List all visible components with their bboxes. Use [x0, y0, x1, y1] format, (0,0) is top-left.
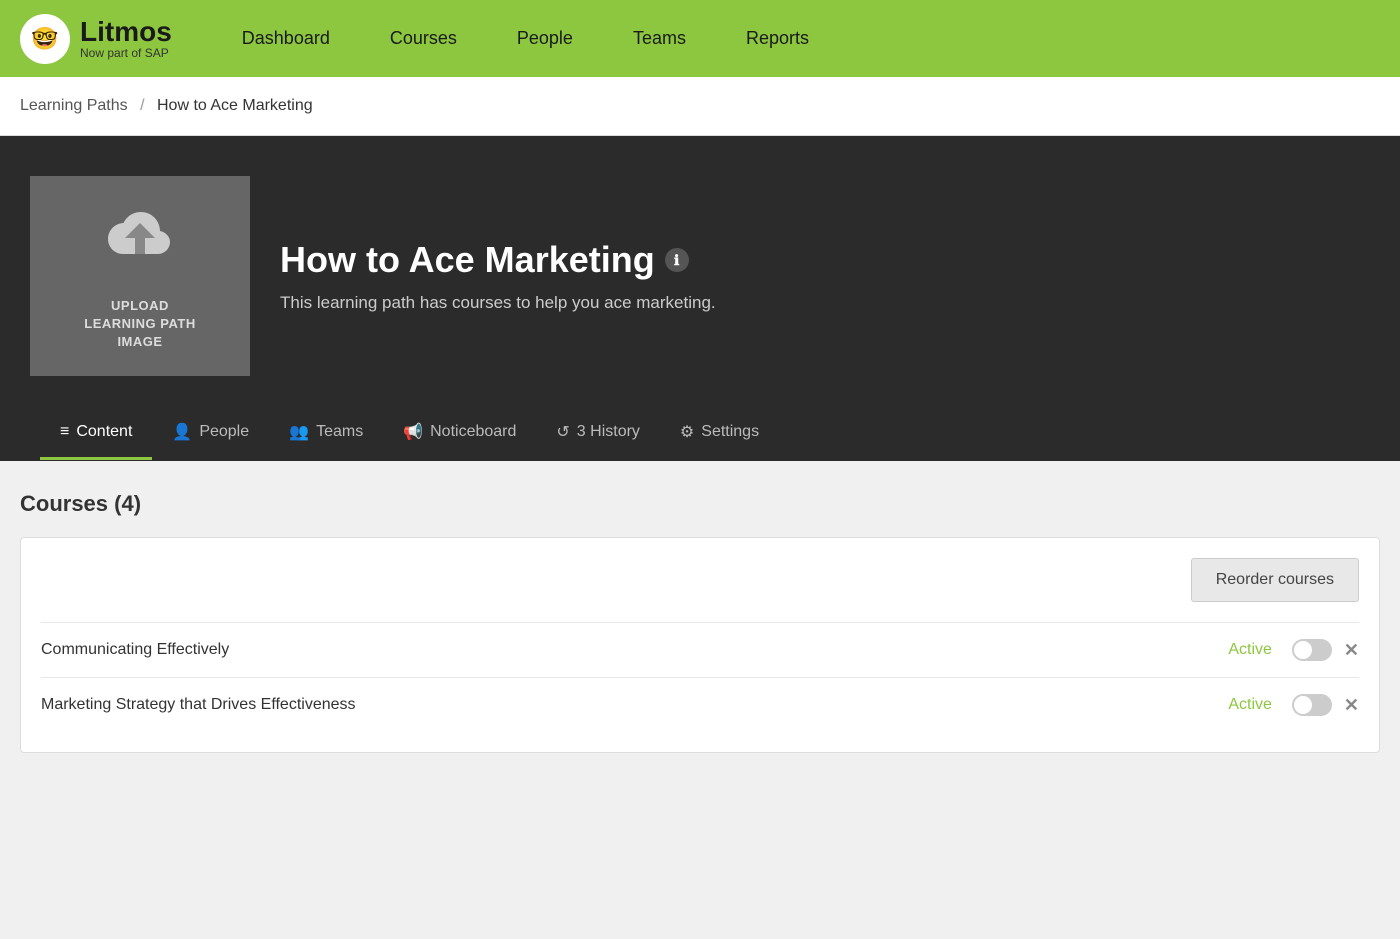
- courses-header: Courses (4): [20, 491, 1380, 517]
- settings-tab-icon: ⚙: [680, 422, 694, 442]
- breadcrumb-current: How to Ace Marketing: [157, 97, 313, 114]
- noticeboard-tab-icon: 📢: [403, 422, 423, 442]
- breadcrumb-parent[interactable]: Learning Paths: [20, 97, 128, 114]
- reorder-row: Reorder courses: [41, 558, 1359, 602]
- history-tab-icon: ↺: [556, 422, 569, 442]
- reorder-courses-button[interactable]: Reorder courses: [1191, 558, 1359, 602]
- hero-title: How to Ace Marketing ℹ: [280, 239, 716, 281]
- tab-content[interactable]: ≡ Content: [40, 407, 152, 460]
- breadcrumb: Learning Paths / How to Ace Marketing: [0, 77, 1400, 136]
- hero-title-text: How to Ace Marketing: [280, 239, 655, 281]
- table-row: Communicating Effectively Active ✕: [41, 622, 1359, 677]
- nav-reports[interactable]: Reports: [716, 0, 839, 77]
- content-area: Courses (4) Reorder courses Communicatin…: [0, 461, 1400, 861]
- table-row: Marketing Strategy that Drives Effective…: [41, 677, 1359, 732]
- delete-course-icon[interactable]: ✕: [1344, 640, 1359, 661]
- logo-area: 🤓 Litmos Now part of SAP: [20, 14, 172, 64]
- tab-noticeboard-label: Noticeboard: [430, 423, 516, 441]
- course-name: Marketing Strategy that Drives Effective…: [41, 696, 1212, 714]
- hero-content: UPLOADLEARNING PATHIMAGE How to Ace Mark…: [30, 176, 1370, 376]
- logo-icon: 🤓: [20, 14, 70, 64]
- tab-teams-label: Teams: [316, 423, 363, 441]
- hero-section: UPLOADLEARNING PATHIMAGE How to Ace Mark…: [0, 136, 1400, 461]
- course-toggle[interactable]: [1292, 639, 1332, 661]
- nav-links: Dashboard Courses People Teams Reports: [212, 0, 839, 77]
- upload-image-box[interactable]: UPLOADLEARNING PATHIMAGE: [30, 176, 250, 376]
- tab-people[interactable]: 👤 People: [152, 406, 269, 461]
- courses-card: Reorder courses Communicating Effectivel…: [20, 537, 1380, 753]
- logo-sub: Now part of SAP: [80, 46, 172, 60]
- logo-title: Litmos: [80, 18, 172, 46]
- logo-text-block: Litmos Now part of SAP: [80, 18, 172, 60]
- teams-tab-icon: 👥: [289, 422, 309, 442]
- hero-info: How to Ace Marketing ℹ This learning pat…: [280, 239, 716, 313]
- tab-history-label: 3 History: [577, 423, 640, 441]
- course-status: Active: [1212, 641, 1272, 659]
- tabs-bar: ≡ Content 👤 People 👥 Teams 📢 Noticeboard…: [30, 406, 1370, 461]
- info-icon[interactable]: ℹ: [665, 248, 689, 272]
- tab-content-label: Content: [76, 423, 132, 441]
- nav-teams[interactable]: Teams: [603, 0, 716, 77]
- tab-teams[interactable]: 👥 Teams: [269, 406, 383, 461]
- content-tab-icon: ≡: [60, 423, 69, 441]
- course-status: Active: [1212, 696, 1272, 714]
- people-tab-icon: 👤: [172, 422, 192, 442]
- tab-settings[interactable]: ⚙ Settings: [660, 406, 779, 461]
- tab-history[interactable]: ↺ 3 History: [536, 406, 660, 461]
- delete-course-icon[interactable]: ✕: [1344, 695, 1359, 716]
- tab-settings-label: Settings: [701, 423, 759, 441]
- upload-cloud-icon: [100, 201, 180, 287]
- course-toggle[interactable]: [1292, 694, 1332, 716]
- upload-label: UPLOADLEARNING PATHIMAGE: [84, 297, 195, 352]
- hero-description: This learning path has courses to help y…: [280, 293, 716, 313]
- tab-noticeboard[interactable]: 📢 Noticeboard: [383, 406, 536, 461]
- nav-courses[interactable]: Courses: [360, 0, 487, 77]
- tab-people-label: People: [199, 423, 249, 441]
- breadcrumb-separator: /: [140, 97, 144, 114]
- nav-dashboard[interactable]: Dashboard: [212, 0, 360, 77]
- nav-people[interactable]: People: [487, 0, 603, 77]
- course-name: Communicating Effectively: [41, 641, 1212, 659]
- nav-bar: 🤓 Litmos Now part of SAP Dashboard Cours…: [0, 0, 1400, 77]
